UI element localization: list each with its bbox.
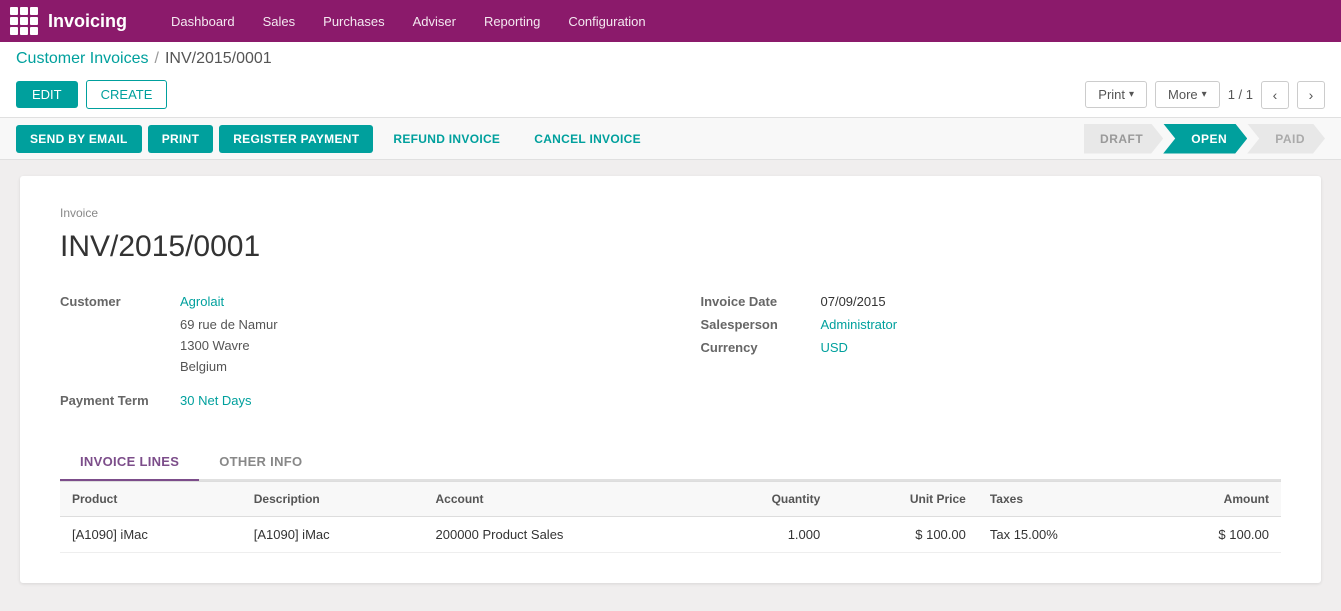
more-button[interactable]: More ▾	[1155, 81, 1220, 108]
status-bar: SEND BY EMAIL PRINT REGISTER PAYMENT REF…	[0, 118, 1341, 160]
customer-address: 69 rue de Namur 1300 Wavre Belgium	[180, 315, 641, 377]
col-product: Product	[60, 482, 242, 517]
print-button[interactable]: Print ▾	[1085, 81, 1147, 108]
breadcrumb-bar: Customer Invoices / INV/2015/0001 EDIT C…	[0, 42, 1341, 118]
cell-taxes: Tax 15.00%	[978, 517, 1145, 553]
print-label: Print	[1098, 87, 1125, 102]
col-amount: Amount	[1145, 482, 1281, 517]
print-action-button[interactable]: PRINT	[148, 125, 214, 153]
nav-item-adviser[interactable]: Adviser	[399, 0, 470, 42]
cell-description: [A1090] iMac	[242, 517, 424, 553]
invoice-date-field-row: Invoice Date 07/09/2015	[701, 294, 1282, 309]
register-payment-button[interactable]: REGISTER PAYMENT	[219, 125, 373, 153]
customer-value[interactable]: Agrolait	[180, 294, 224, 309]
col-quantity: Quantity	[700, 482, 832, 517]
apps-menu-icon[interactable]	[10, 7, 38, 35]
address-line2: 1300 Wavre	[180, 336, 641, 357]
right-field-group: Invoice Date 07/09/2015 Salesperson Admi…	[701, 294, 1282, 414]
nav-item-configuration[interactable]: Configuration	[554, 0, 659, 42]
cell-amount: $ 100.00	[1145, 517, 1281, 553]
payment-term-field-row: Payment Term 30 Net Days	[60, 393, 641, 408]
cell-quantity: 1.000	[700, 517, 832, 553]
next-page-button[interactable]: ›	[1297, 81, 1325, 109]
payment-term-value[interactable]: 30 Net Days	[180, 393, 252, 408]
page-indicator: 1 / 1	[1228, 87, 1253, 102]
col-account: Account	[424, 482, 701, 517]
create-button[interactable]: CREATE	[86, 80, 168, 109]
send-by-email-button[interactable]: SEND BY EMAIL	[16, 125, 142, 153]
invoice-date-value: 07/09/2015	[821, 294, 886, 309]
pagination: 1 / 1 ‹ ›	[1228, 81, 1325, 109]
payment-term-label: Payment Term	[60, 393, 180, 408]
col-taxes: Taxes	[978, 482, 1145, 517]
customer-label: Customer	[60, 294, 180, 309]
nav-item-sales[interactable]: Sales	[249, 0, 310, 42]
status-action-buttons: SEND BY EMAIL PRINT REGISTER PAYMENT REF…	[16, 125, 655, 153]
refund-invoice-button[interactable]: REFUND INVOICE	[379, 125, 514, 153]
breadcrumb-separator: /	[155, 50, 159, 68]
invoice-number: INV/2015/0001	[60, 230, 1281, 264]
address-country: Belgium	[180, 357, 641, 378]
currency-field-row: Currency USD	[701, 340, 1282, 355]
nav-item-dashboard[interactable]: Dashboard	[157, 0, 249, 42]
print-caret-icon: ▾	[1129, 89, 1134, 100]
salesperson-label: Salesperson	[701, 317, 821, 332]
salesperson-field-row: Salesperson Administrator	[701, 317, 1282, 332]
cancel-invoice-button[interactable]: CANCEL INVOICE	[520, 125, 655, 153]
invoice-fields: Customer Agrolait 69 rue de Namur 1300 W…	[60, 294, 1281, 414]
cell-unit-price: $ 100.00	[832, 517, 978, 553]
nav-item-reporting[interactable]: Reporting	[470, 0, 554, 42]
col-description: Description	[242, 482, 424, 517]
status-pipeline: DRAFT OPEN PAID	[1084, 124, 1325, 154]
more-label: More	[1168, 87, 1198, 102]
breadcrumb-parent[interactable]: Customer Invoices	[16, 50, 149, 68]
address-line1: 69 rue de Namur	[180, 315, 641, 336]
status-paid: PAID	[1247, 124, 1325, 154]
invoice-table: Product Description Account Quantity Uni…	[60, 481, 1281, 553]
cell-account: 200000 Product Sales	[424, 517, 701, 553]
more-caret-icon: ▾	[1202, 89, 1207, 100]
salesperson-value[interactable]: Administrator	[821, 317, 898, 332]
customer-field-row: Customer Agrolait	[60, 294, 641, 309]
nav-menu: Dashboard Sales Purchases Adviser Report…	[157, 0, 660, 42]
table-header-row: Product Description Account Quantity Uni…	[60, 482, 1281, 517]
top-navigation: Invoicing Dashboard Sales Purchases Advi…	[0, 0, 1341, 42]
tab-other-info[interactable]: OTHER INFO	[199, 444, 322, 481]
main-content: Invoice INV/2015/0001 Customer Agrolait …	[0, 160, 1341, 599]
status-draft: DRAFT	[1084, 124, 1163, 154]
breadcrumb-current: INV/2015/0001	[165, 50, 272, 68]
action-bar: EDIT CREATE Print ▾ More ▾ 1 / 1 ‹ ›	[16, 74, 1325, 117]
nav-item-purchases[interactable]: Purchases	[309, 0, 398, 42]
left-field-group: Customer Agrolait 69 rue de Namur 1300 W…	[60, 294, 641, 414]
invoice-date-label: Invoice Date	[701, 294, 821, 309]
tabs-bar: INVOICE LINES OTHER INFO	[60, 444, 1281, 481]
cell-product: [A1090] iMac	[60, 517, 242, 553]
status-open: OPEN	[1163, 124, 1247, 154]
table-row[interactable]: [A1090] iMac [A1090] iMac 200000 Product…	[60, 517, 1281, 553]
tab-invoice-lines[interactable]: INVOICE LINES	[60, 444, 199, 481]
edit-button[interactable]: EDIT	[16, 81, 78, 108]
breadcrumb: Customer Invoices / INV/2015/0001	[16, 50, 1325, 74]
currency-value[interactable]: USD	[821, 340, 848, 355]
currency-label: Currency	[701, 340, 821, 355]
invoice-label: Invoice	[60, 206, 1281, 220]
prev-page-button[interactable]: ‹	[1261, 81, 1289, 109]
invoice-card: Invoice INV/2015/0001 Customer Agrolait …	[20, 176, 1321, 583]
brand-logo[interactable]: Invoicing	[48, 11, 127, 32]
col-unit-price: Unit Price	[832, 482, 978, 517]
